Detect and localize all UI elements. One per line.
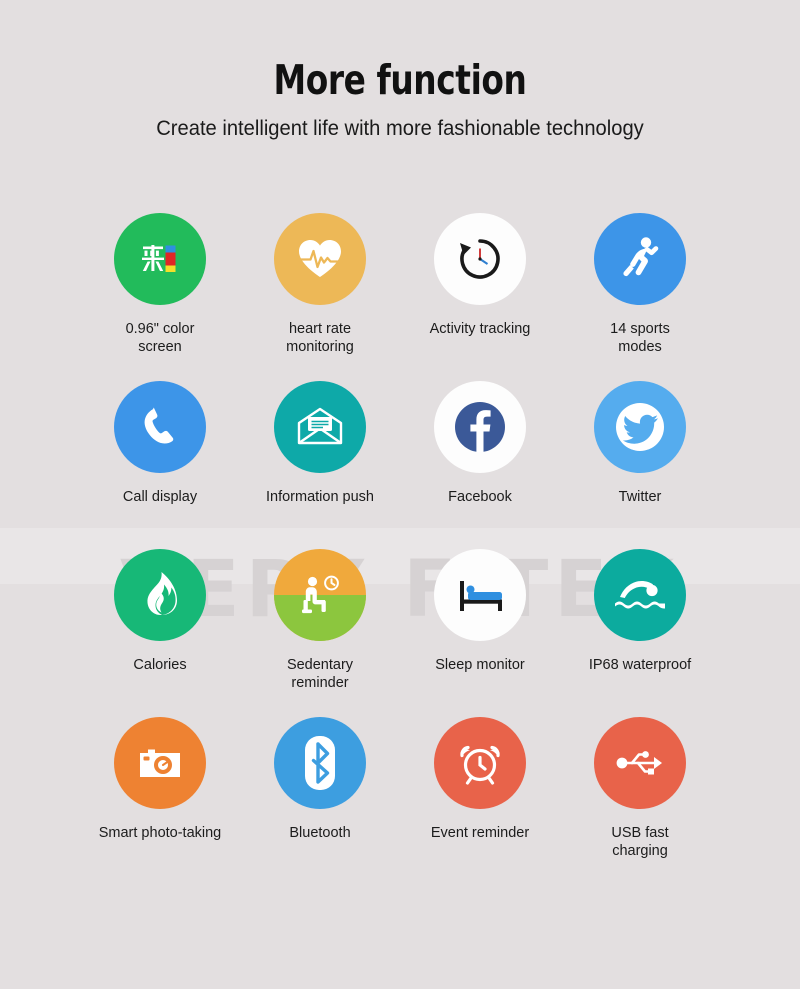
feature-event-reminder[interactable]: Event reminder: [400, 717, 560, 885]
flame-icon: [137, 569, 183, 621]
feature-icon-circle: [274, 213, 366, 306]
feature-label: Activity tracking: [429, 321, 531, 338]
feature-label: Sleep monitor: [435, 657, 525, 674]
feature-icon-circle: [114, 213, 206, 306]
facebook-icon: [451, 398, 509, 456]
feature-grid: 0.96" colorscreen heart ratemonitoring: [80, 213, 720, 885]
feature-label: Information push: [265, 489, 374, 506]
feature-sports-modes[interactable]: 14 sports modes: [560, 213, 720, 381]
sitting-person-clock-icon: [295, 570, 345, 620]
camera-icon: [134, 741, 186, 785]
feature-information-push[interactable]: Information push: [240, 381, 400, 549]
feature-label: 14 sports modes: [610, 321, 670, 356]
bluetooth-icon: [293, 732, 347, 794]
running-person-icon: [616, 234, 664, 284]
feature-label: Event reminder: [430, 825, 530, 842]
swimmer-icon: [611, 571, 669, 619]
feature-label: Twitter: [618, 489, 662, 506]
feature-icon-circle: [434, 213, 526, 306]
feature-icon-circle: [114, 381, 206, 474]
feature-icon-circle: [594, 213, 686, 306]
feature-icon-circle: [274, 717, 366, 810]
feature-label: Bluetooth: [289, 825, 351, 842]
feature-icon-circle: [274, 549, 366, 642]
twitter-bird-icon: [608, 395, 672, 459]
feature-label: 0.96" color screen: [125, 321, 195, 356]
feature-icon-circle: [114, 549, 206, 642]
feature-usb-fast-charging[interactable]: USB fast charging: [560, 717, 720, 885]
bed-icon: [453, 573, 507, 617]
feature-ip68-waterproof[interactable]: IP68 waterproof: [560, 549, 720, 717]
feature-sedentary-reminder[interactable]: Sedentary reminder: [240, 549, 400, 717]
usb-icon: [612, 741, 668, 785]
feature-sleep-monitor[interactable]: Sleep monitor: [400, 549, 560, 717]
feature-smart-photo-taking[interactable]: Smart photo-taking: [80, 717, 240, 885]
page-title: More function: [273, 56, 527, 104]
color-screen-icon: [137, 236, 183, 282]
feature-label: USB fast charging: [611, 825, 669, 860]
page-header: More function Create intelligent life wi…: [0, 0, 800, 141]
alarm-clock-icon: [454, 737, 506, 789]
feature-bluetooth[interactable]: Bluetooth: [240, 717, 400, 885]
envelope-message-icon: [293, 403, 347, 451]
feature-label: Sedentary reminder: [286, 657, 354, 692]
feature-icon-circle: [274, 381, 366, 474]
feature-color-screen[interactable]: 0.96" color screen: [80, 213, 240, 381]
page-subtitle: Create intelligent life with more fashio…: [156, 117, 644, 141]
feature-icon-circle: [434, 549, 526, 642]
feature-icon-circle: [434, 717, 526, 810]
feature-activity-tracking[interactable]: Activity tracking: [400, 213, 560, 381]
feature-icon-circle: [594, 717, 686, 810]
feature-facebook[interactable]: Facebook: [400, 381, 560, 549]
feature-overview-page: VERY FiTEK More function Create intellig…: [0, 0, 800, 989]
feature-icon-circle: [434, 381, 526, 474]
feature-icon-circle: [114, 717, 206, 810]
feature-icon-circle: [594, 381, 686, 474]
feature-calories[interactable]: Calories: [80, 549, 240, 717]
feature-heart-rate[interactable]: heart rate monitoring: [240, 213, 400, 381]
feature-label: heart rate monitoring: [286, 321, 354, 356]
phone-icon: [136, 403, 184, 451]
feature-label: Calories: [133, 657, 187, 674]
activity-clock-icon: [454, 233, 506, 285]
feature-label: Facebook: [448, 489, 512, 506]
feature-twitter[interactable]: Twitter: [560, 381, 720, 549]
heart-rate-icon: [295, 236, 345, 282]
feature-icon-circle: [594, 549, 686, 642]
feature-label: IP68 waterproof: [588, 657, 692, 674]
feature-label: Call display: [122, 489, 198, 506]
feature-call-display[interactable]: Call display: [80, 381, 240, 549]
feature-label: Smart photo-taking: [98, 825, 222, 842]
